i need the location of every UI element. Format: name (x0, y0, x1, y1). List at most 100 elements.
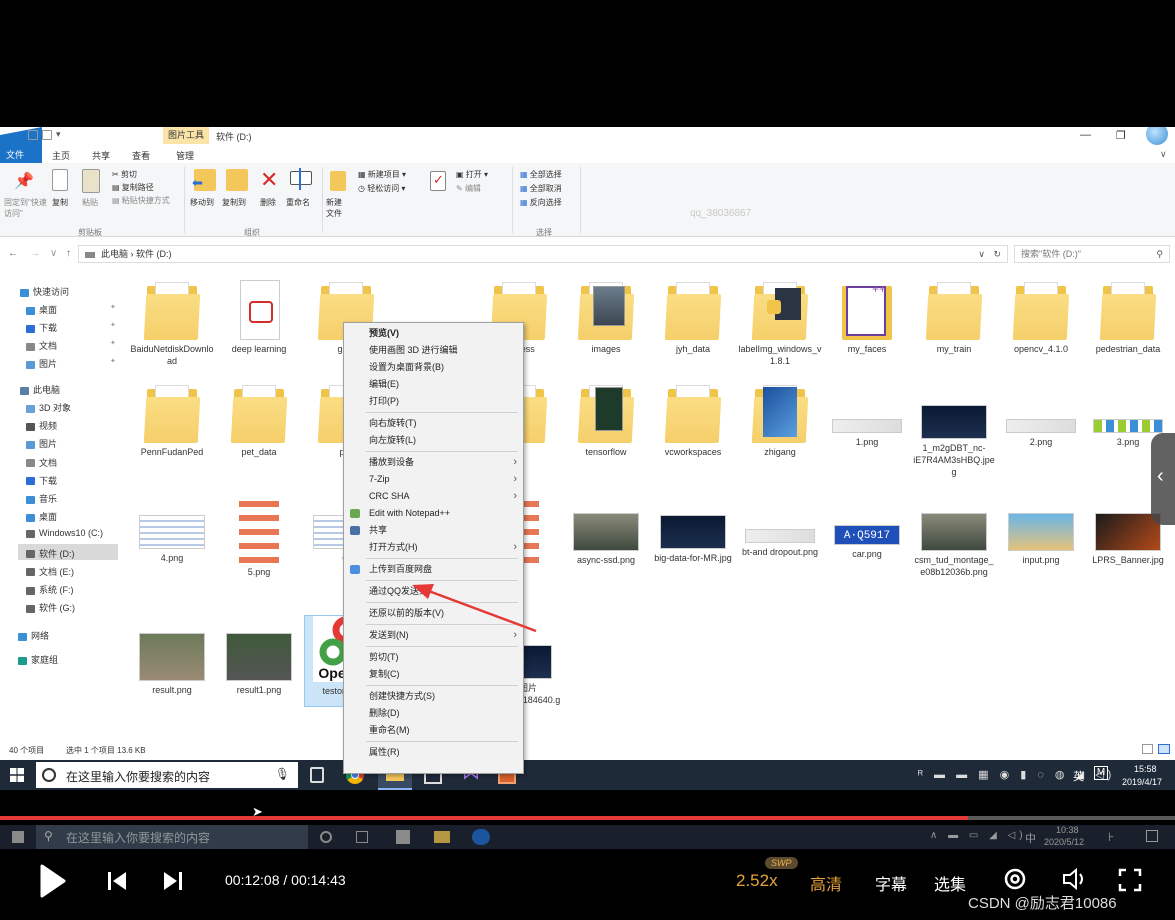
menu-item[interactable]: 上传到百度网盘 (344, 561, 523, 578)
pin-icon[interactable]: 📌 (14, 171, 34, 190)
progress-bar[interactable] (0, 816, 1175, 820)
file-item[interactable]: 5.png (217, 493, 301, 578)
paste-icon[interactable] (82, 169, 100, 193)
edit-button[interactable]: ✎ 编辑 (456, 183, 481, 194)
folder-item[interactable]: ++ my_faces (825, 280, 909, 355)
forward-icon[interactable]: → (30, 248, 40, 259)
menu-item[interactable]: Edit with Notepad++ (344, 505, 523, 522)
open-button[interactable]: ▣ 打开 ▾ (456, 169, 488, 180)
nav-quick-item[interactable]: 桌面 ✦ (26, 303, 116, 316)
ribbon-expand-icon[interactable]: ∨ (1160, 149, 1167, 160)
microphone-icon[interactable]: 🎙 (275, 767, 290, 781)
folder-item[interactable]: vcworkspaces (651, 383, 735, 458)
fullscreen-icon[interactable] (1118, 868, 1142, 892)
invert-selection-button[interactable]: ▦ 反向选择 (520, 197, 562, 208)
nav-pc-item[interactable]: 文档 (26, 456, 57, 469)
nav-pc-item[interactable]: 软件 (D:) (26, 547, 75, 560)
folder-item[interactable]: PennFudanPed (130, 383, 214, 458)
outer-ime-indicator[interactable]: 中 (1025, 830, 1036, 846)
nav-pc-item[interactable]: 系统 (F:) (26, 583, 74, 596)
user-avatar[interactable] (1146, 127, 1168, 145)
menu-item[interactable]: 复制(C) (344, 666, 523, 683)
tab-manage[interactable]: 管理 (176, 149, 194, 162)
nav-pc-item[interactable]: 软件 (G:) (26, 601, 75, 614)
pin-icon[interactable]: ✦ (110, 357, 116, 365)
copy-path-button[interactable]: ▤ 复制路径 (112, 182, 154, 193)
menu-item[interactable]: 创建快捷方式(S) (344, 688, 523, 705)
nav-pc-item[interactable]: Windows10 (C:) (26, 528, 103, 538)
nav-this-pc[interactable]: 此电脑 (20, 383, 60, 396)
menu-item[interactable]: 向左旋转(L) (344, 432, 523, 449)
clock-time[interactable]: 15:58 (1134, 764, 1157, 774)
nav-quick-access[interactable]: 快速访问 (20, 285, 69, 298)
folder-item[interactable]: images (564, 280, 648, 355)
pin-label[interactable]: 固定到"快速访问" (4, 197, 48, 219)
folder-item[interactable]: deep learning (217, 280, 301, 355)
file-item[interactable]: A·Q5917 car.png (825, 493, 909, 560)
episodes-button[interactable]: 选集 (934, 871, 966, 895)
ime-mode-icon[interactable]: M (1094, 766, 1108, 780)
menu-item[interactable]: 共享 (344, 522, 523, 539)
outer-search-box[interactable]: ⚲ 在这里输入你要搜索的内容 (36, 825, 308, 849)
outer-clock-time[interactable]: 10:38 (1056, 825, 1079, 835)
nav-pc-item[interactable]: 桌面 (26, 510, 57, 523)
clock-date[interactable]: 2019/4/17 (1122, 777, 1162, 787)
up-icon[interactable]: ↑ (66, 248, 71, 259)
move-to-label[interactable]: 移动到 (190, 197, 214, 208)
speed-button[interactable]: 2.52x (736, 871, 778, 891)
play-button[interactable] (40, 864, 66, 898)
pin-icon[interactable]: ✦ (110, 321, 116, 329)
delete-label[interactable]: 删除 (260, 197, 276, 208)
folder-item[interactable]: pedestrian_data (1086, 280, 1170, 355)
back-icon[interactable]: ← (8, 248, 18, 259)
file-item[interactable]: result.png (130, 623, 214, 696)
ime-indicator[interactable]: 英 (1073, 768, 1084, 784)
menu-item[interactable]: 重命名(M) (344, 722, 523, 739)
folder-item[interactable]: my_train (912, 280, 996, 355)
address-dropdown-icon[interactable]: ∨ (978, 246, 985, 262)
file-item[interactable]: result1.png (217, 623, 301, 696)
recent-dropdown-icon[interactable]: ∨ (50, 248, 57, 259)
large-icons-view-icon[interactable] (1158, 744, 1170, 754)
nav-network[interactable]: 网络 (18, 629, 49, 642)
paste-shortcut-button[interactable]: ▤ 粘贴快捷方式 (112, 195, 170, 206)
outer-edge-icon[interactable] (472, 829, 490, 845)
folder-item[interactable]: labelImg_windows_v1.8.1 (738, 280, 822, 367)
file-item[interactable]: bt-and dropout.png (738, 493, 822, 558)
rename-label[interactable]: 重命名 (286, 197, 310, 208)
menu-item[interactable]: 打印(P) (344, 393, 523, 410)
file-item[interactable]: 1_m2gDBT_nc-iE7R4AM3sHBQ.jpeg (912, 383, 996, 478)
menu-item[interactable]: 预览(V) (344, 325, 523, 342)
select-none-button[interactable]: ▦ 全部取消 (520, 183, 562, 194)
breadcrumb[interactable]: 此电脑 › 软件 (D:) (101, 249, 172, 259)
outer-store-icon[interactable] (396, 830, 410, 844)
file-item[interactable]: 4.png (130, 493, 214, 564)
windows-start-icon[interactable] (10, 768, 24, 782)
tray-icons[interactable]: ᴿ ▬ ▬ ▦ ◉ ▮ ◌ ◍ ◢ ◁) (918, 768, 1115, 781)
copy-to-icon[interactable] (226, 169, 248, 191)
nav-pc-item[interactable]: 下载 (26, 474, 57, 487)
folder-item[interactable]: jyh_data (651, 280, 735, 355)
menu-item[interactable]: 播放到设备 › (344, 454, 523, 471)
file-item[interactable]: async-ssd.png (564, 493, 648, 566)
pin-icon[interactable]: ✦ (110, 303, 116, 311)
file-item[interactable]: csm_tud_montage_e08b12036b.png (912, 493, 996, 578)
quick-access-dropdown-icon[interactable]: ▾ (56, 129, 61, 140)
details-view-icon[interactable] (1142, 744, 1153, 754)
menu-item[interactable]: 设置为桌面背景(B) (344, 359, 523, 376)
paste-label[interactable]: 粘贴 (82, 197, 98, 208)
search-input[interactable]: 搜索"软件 (D:)" ⚲ (1014, 245, 1170, 263)
menu-item[interactable]: 删除(D) (344, 705, 523, 722)
tab-home[interactable]: 主页 (52, 149, 70, 162)
copy-label[interactable]: 复制 (52, 197, 68, 208)
menu-item[interactable]: CRC SHA › (344, 488, 523, 505)
nav-quick-item[interactable]: 图片 ✦ (26, 357, 116, 370)
rename-icon[interactable] (290, 168, 312, 190)
copy-to-label[interactable]: 复制到 (222, 197, 246, 208)
volume-icon[interactable] (1062, 867, 1088, 891)
quality-button[interactable]: 高清 (810, 871, 842, 895)
cut-button[interactable]: ✂ 剪切 (112, 169, 137, 180)
outer-start-icon[interactable] (12, 831, 24, 843)
tab-view[interactable]: 查看 (132, 149, 150, 162)
task-view-icon[interactable] (310, 767, 324, 783)
